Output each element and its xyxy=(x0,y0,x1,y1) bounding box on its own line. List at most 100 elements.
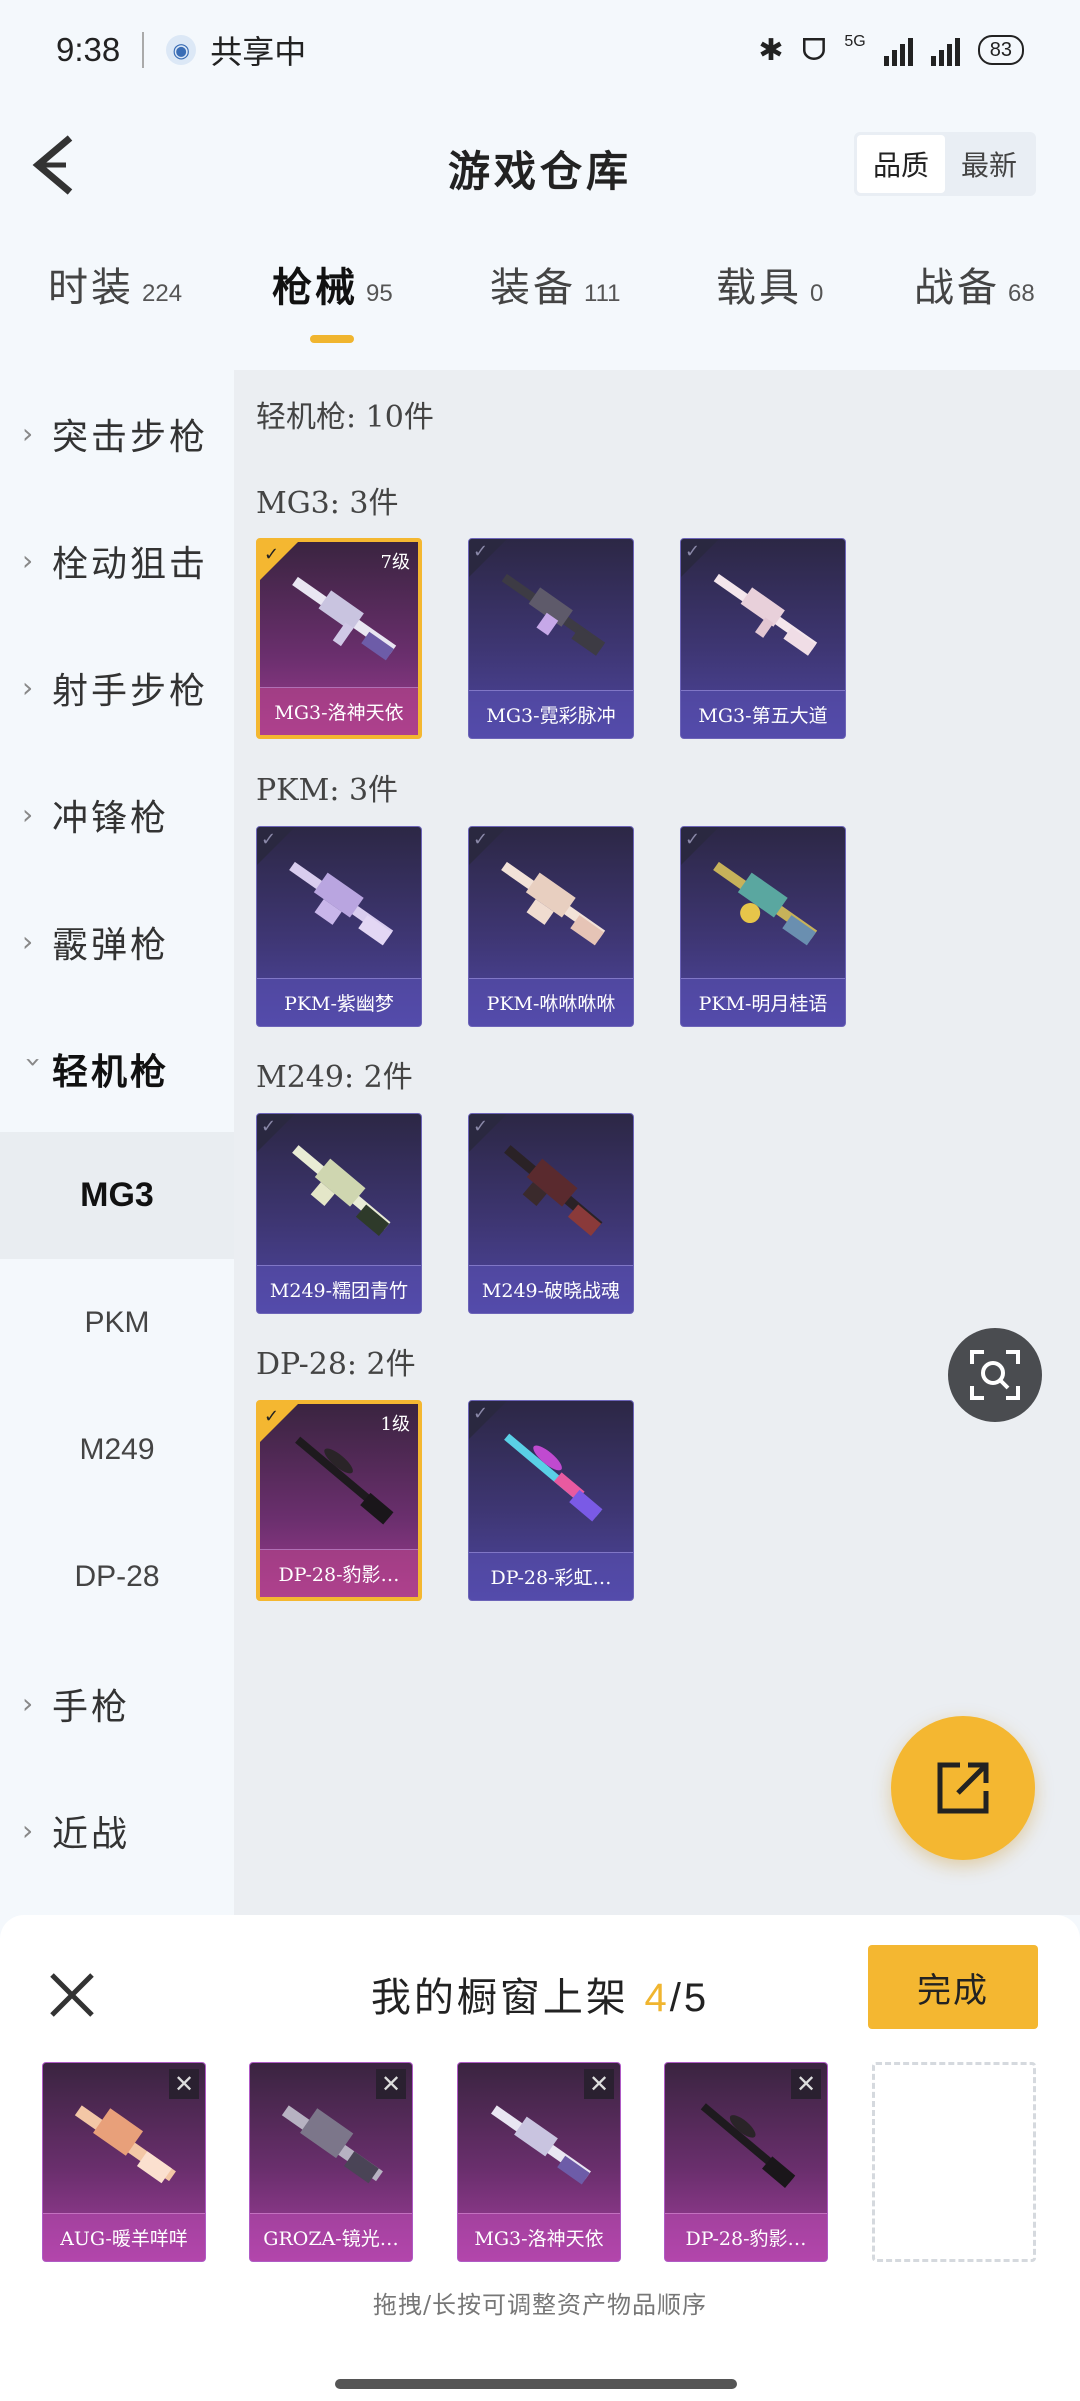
item-name: M249-糯团青竹 xyxy=(257,1265,421,1313)
item-grid-panel: 轻机枪: 10件 MG3: 3件 ✓ 7级 MG3-洛神天依 ✓ MG3-霓彩脉… xyxy=(234,370,1080,1915)
check-icon: ✓ xyxy=(473,541,489,562)
tab-outfit[interactable]: 时装 224 xyxy=(48,255,182,313)
check-icon: ✓ xyxy=(264,544,280,565)
slot-name: AUG-暖羊咩咩 xyxy=(43,2213,205,2261)
showcase-total: /5 xyxy=(669,1976,710,2020)
showcase-slot[interactable]: ✕ AUG-暖羊咩咩 xyxy=(42,2062,206,2262)
item-card[interactable]: ✓ DP-28-彩虹… xyxy=(468,1400,634,1601)
empty-showcase-slot[interactable] xyxy=(872,2062,1036,2262)
sidebar-item-smg[interactable]: › 冲锋枪 xyxy=(0,751,234,878)
chevron-right-icon: › xyxy=(22,417,34,450)
sidebar-item-label: 近战 xyxy=(52,1813,131,1855)
sort-newest-button[interactable]: 最新 xyxy=(945,135,1033,193)
item-card[interactable]: ✓ MG3-第五大道 xyxy=(680,538,846,739)
showcase-slot[interactable]: ✕ MG3-洛神天依 xyxy=(457,2062,621,2262)
item-name: PKM-明月桂语 xyxy=(681,978,845,1026)
chevron-right-icon: › xyxy=(22,671,34,704)
item-name: MG3-洛神天依 xyxy=(260,687,418,735)
group-title-m249: M249: 2件 xyxy=(256,1060,413,1095)
sidebar-item-label: 射手步枪 xyxy=(52,670,209,712)
tab-equipment[interactable]: 装备 111 xyxy=(490,255,620,313)
item-card[interactable]: ✓ 7级 MG3-洛神天依 xyxy=(256,538,422,739)
sidebar-item-label: 手枪 xyxy=(52,1686,131,1728)
item-card[interactable]: ✓ PKM-咻咻咻咻 xyxy=(468,826,634,1027)
tab-supplies[interactable]: 战备 68 xyxy=(914,255,1035,313)
item-level: 7级 xyxy=(380,552,410,573)
sidebar-item-pistol[interactable]: › 手枪 xyxy=(0,1640,234,1767)
item-card[interactable]: ✓ PKM-紫幽梦 xyxy=(256,826,422,1027)
share-button[interactable] xyxy=(891,1716,1035,1860)
sidebar-item-label: 轻机枪 xyxy=(52,1050,170,1093)
item-card[interactable]: ✓ 1级 DP-28-豹影… xyxy=(256,1400,422,1601)
sidebar-item-label: 栓动狙击 xyxy=(52,543,209,585)
sidebar-item-label: 冲锋枪 xyxy=(52,797,170,839)
share-export-icon xyxy=(937,1762,989,1814)
tab-count: 68 xyxy=(1008,280,1035,307)
check-icon: ✓ xyxy=(473,1403,489,1424)
home-indicator[interactable] xyxy=(335,2379,737,2389)
slot-name: MG3-洛神天依 xyxy=(458,2213,620,2261)
sort-quality-button[interactable]: 品质 xyxy=(857,135,945,193)
showcase-slot[interactable]: ✕ DP-28-豹影… xyxy=(664,2062,828,2262)
status-bar: 9:38 ◉ 共享中 ✱ ᗜ 5G 83 xyxy=(0,0,1080,100)
sharing-icon: ◉ xyxy=(166,35,197,65)
remove-icon[interactable]: ✕ xyxy=(584,2069,614,2099)
earbuds-icon: ᗜ xyxy=(801,32,827,68)
item-name: PKM-紫幽梦 xyxy=(257,978,421,1026)
tab-label: 载具 xyxy=(716,265,802,311)
sidebar-item-shotgun[interactable]: › 霰弹枪 xyxy=(0,878,234,1005)
item-name: DP-28-豹影… xyxy=(260,1549,418,1597)
tab-label: 战备 xyxy=(914,265,1000,311)
image-search-button[interactable] xyxy=(948,1328,1042,1422)
sidebar-item-melee[interactable]: › 近战 xyxy=(0,1767,234,1894)
bluetooth-icon: ✱ xyxy=(758,32,784,68)
sidebar-sub-m249[interactable]: M249 xyxy=(0,1386,234,1513)
check-icon: ✓ xyxy=(685,829,701,850)
showcase-slot[interactable]: ✕ GROZA-镜光… xyxy=(249,2062,413,2262)
tab-vehicles[interactable]: 载具 0 xyxy=(716,255,823,313)
chevron-right-icon: › xyxy=(22,1687,34,1720)
remove-icon[interactable]: ✕ xyxy=(791,2069,821,2099)
sidebar-item-assault-rifle[interactable]: › 突击步枪 xyxy=(0,370,234,497)
slot-name: DP-28-豹影… xyxy=(665,2213,827,2261)
sidebar-sub-mg3[interactable]: MG3 xyxy=(0,1132,234,1259)
item-card[interactable]: ✓ M249-破晓战魂 xyxy=(468,1113,634,1314)
group-title-dp28: DP-28: 2件 xyxy=(256,1347,416,1382)
remove-icon[interactable]: ✕ xyxy=(376,2069,406,2099)
group-title-mg3: MG3: 3件 xyxy=(256,486,399,521)
gun-skin-image xyxy=(491,2105,591,2185)
sidebar-item-label: 霰弹枪 xyxy=(52,924,170,966)
tab-weapons[interactable]: 枪械 95 xyxy=(272,255,393,313)
category-summary: 轻机枪: 10件 xyxy=(256,400,434,435)
showcase-title-text: 我的橱窗上架 xyxy=(370,1975,629,2021)
item-card[interactable]: ✓ MG3-霓彩脉冲 xyxy=(468,538,634,739)
check-icon: ✓ xyxy=(473,1116,489,1137)
chevron-right-icon: › xyxy=(22,925,34,958)
check-icon: ✓ xyxy=(261,829,277,850)
done-button[interactable]: 完成 xyxy=(868,1945,1038,2029)
sharing-label: 共享中 xyxy=(210,33,307,71)
gun-skin-image xyxy=(74,2105,176,2184)
item-card[interactable]: ✓ M249-糯团青竹 xyxy=(256,1113,422,1314)
sidebar-item-bolt-sniper[interactable]: › 栓动狙击 xyxy=(0,497,234,624)
remove-icon[interactable]: ✕ xyxy=(169,2069,199,2099)
active-tab-indicator xyxy=(310,335,354,343)
check-icon: ✓ xyxy=(261,1116,277,1137)
item-card[interactable]: ✓ PKM-明月桂语 xyxy=(680,826,846,1027)
group-title-pkm: PKM: 3件 xyxy=(256,773,399,808)
battery-icon: 83 xyxy=(977,35,1024,65)
sidebar-sub-dp28[interactable]: DP-28 xyxy=(0,1513,234,1640)
showcase-sheet: 我的橱窗上架 4/5 完成 ✕ AUG-暖羊咩咩 ✕ GROZA-镜光… ✕ M… xyxy=(0,1915,1080,2401)
tab-label: 枪械 xyxy=(272,264,358,311)
check-icon: ✓ xyxy=(473,829,489,850)
chevron-down-icon: › xyxy=(17,1056,51,1068)
chevron-right-icon: › xyxy=(22,1814,34,1847)
sidebar-item-lmg[interactable]: › 轻机枪 xyxy=(0,1005,234,1132)
sidebar-sub-pkm[interactable]: PKM xyxy=(0,1259,234,1386)
sidebar-item-marksman-rifle[interactable]: › 射手步枪 xyxy=(0,624,234,751)
tab-count: 224 xyxy=(142,280,183,307)
item-level: 1级 xyxy=(380,1414,410,1435)
item-name: DP-28-彩虹… xyxy=(469,1552,633,1600)
check-icon: ✓ xyxy=(264,1406,280,1427)
scan-search-icon xyxy=(970,1350,1020,1400)
